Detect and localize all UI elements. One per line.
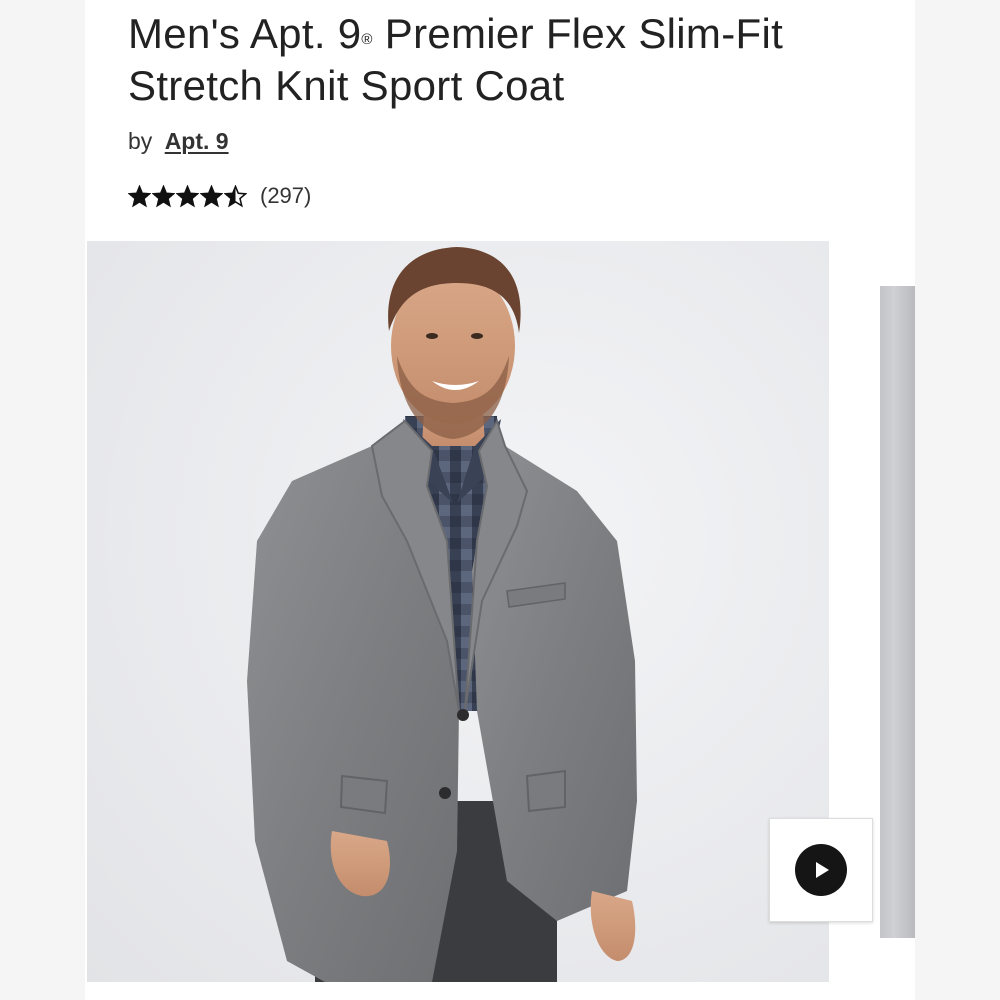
play-icon bbox=[795, 844, 847, 896]
by-label: by bbox=[128, 128, 153, 154]
brand-byline: by Apt. 9 bbox=[128, 128, 229, 155]
star-full-icon bbox=[152, 184, 175, 207]
rating-summary[interactable]: (297) bbox=[128, 181, 311, 211]
star-full-icon bbox=[176, 184, 199, 207]
product-page: Men's Apt. 9® Premier Flex Slim-Fit Stre… bbox=[85, 0, 915, 1000]
title-part-1: Men's Apt. 9 bbox=[128, 10, 362, 57]
product-title: Men's Apt. 9® Premier Flex Slim-Fit Stre… bbox=[128, 8, 848, 112]
registered-mark: ® bbox=[361, 31, 373, 48]
next-image-thumbnail[interactable] bbox=[880, 286, 915, 938]
brand-link[interactable]: Apt. 9 bbox=[165, 128, 229, 154]
star-full-icon bbox=[128, 184, 151, 207]
star-half-icon bbox=[224, 184, 247, 207]
product-main-image[interactable] bbox=[87, 241, 829, 982]
right-gutter bbox=[915, 0, 1000, 1000]
product-photo-illustration bbox=[247, 247, 637, 982]
left-gutter bbox=[0, 0, 85, 1000]
star-full-icon bbox=[200, 184, 223, 207]
review-count[interactable]: (297) bbox=[260, 183, 311, 209]
video-play-button[interactable] bbox=[769, 818, 873, 922]
star-rating bbox=[128, 184, 247, 208]
